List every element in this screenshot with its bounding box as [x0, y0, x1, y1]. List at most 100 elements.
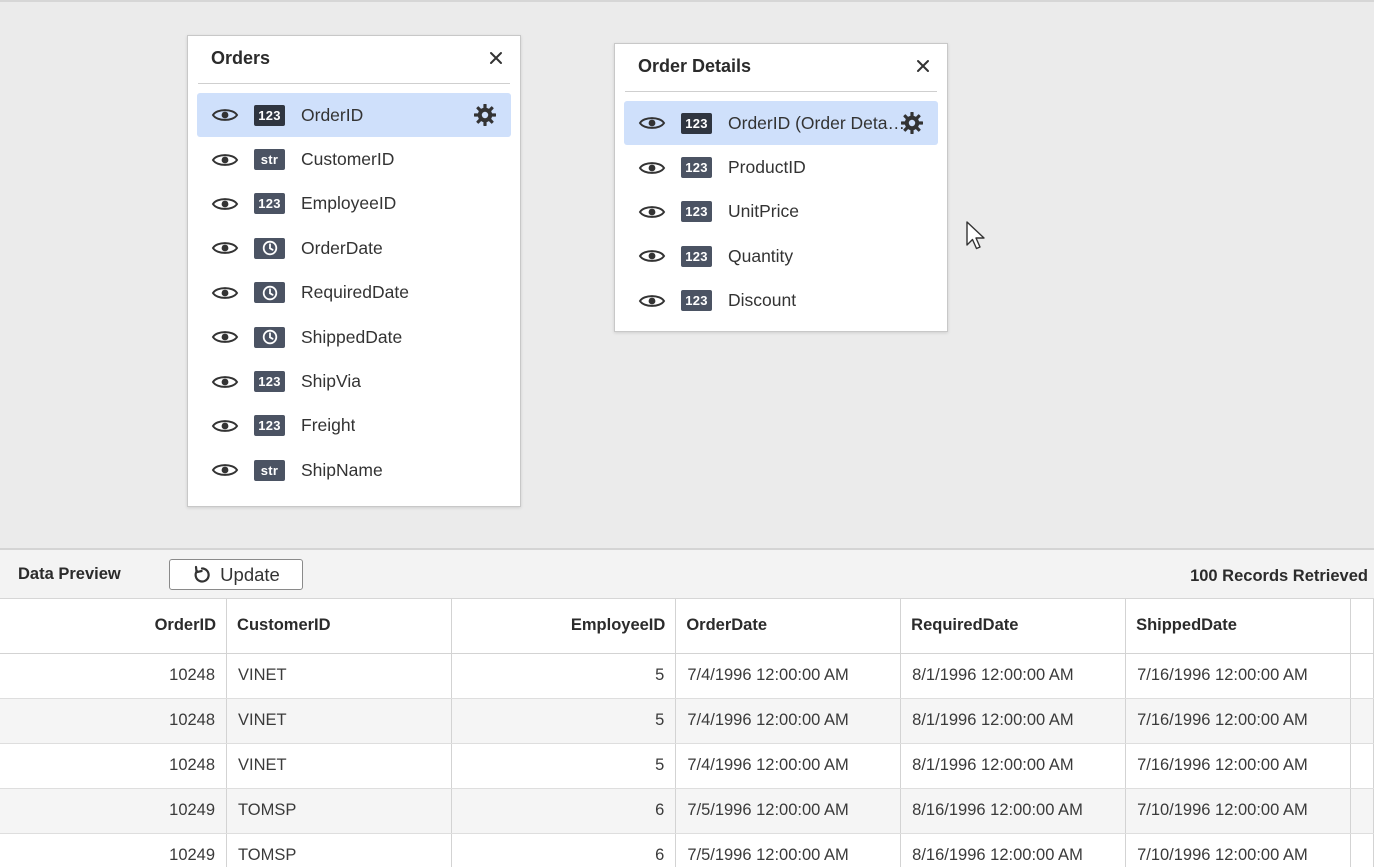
- table-cell: 7/4/1996 12:00:00 AM: [675, 698, 902, 744]
- table-cell: 7/5/1996 12:00:00 AM: [675, 833, 902, 867]
- table-cell: 7/16/1996 12:00:00 AM: [1125, 653, 1351, 699]
- eye-icon[interactable]: [638, 158, 668, 178]
- table-cell: VINET: [226, 743, 452, 789]
- table-cell: VINET: [226, 698, 452, 744]
- column-header-orderid[interactable]: OrderID: [0, 599, 228, 654]
- table-cell: 5: [451, 653, 677, 699]
- table-row[interactable]: 10249 TOMSP 6 7/5/1996 12:00:00 AM 8/16/1996…: [0, 788, 1374, 834]
- preview-grid[interactable]: OrderID CustomerID EmployeeID OrderDate …: [0, 598, 1374, 867]
- eye-icon[interactable]: [638, 202, 668, 222]
- table-title: Order Details: [638, 56, 752, 76]
- field-row[interactable]: 123 Quantity: [624, 234, 938, 278]
- field-name: ShipVia: [301, 371, 362, 392]
- eye-icon[interactable]: [211, 283, 241, 303]
- table-cell: 7/5/1996 12:00:00 AM: [675, 788, 902, 834]
- eye-icon[interactable]: [211, 327, 241, 347]
- eye-icon[interactable]: [211, 194, 241, 214]
- eye-icon[interactable]: [638, 246, 668, 266]
- field-name: OrderID (Order Deta…: [728, 112, 905, 133]
- field-name: ShipName: [301, 459, 383, 480]
- field-name: Discount: [728, 290, 797, 311]
- eye-icon[interactable]: [211, 460, 241, 480]
- table-cell: 8/1/1996 12:00:00 AM: [900, 698, 1127, 744]
- column-header-requireddate[interactable]: RequiredDate: [900, 599, 1127, 654]
- field-name: ShippedDate: [301, 326, 403, 347]
- table-cell-overflow: [1350, 833, 1374, 867]
- clock-icon: [254, 326, 285, 348]
- orders-table-card[interactable]: Orders 123 OrderID str CustomerID 123 Employe…: [187, 35, 521, 507]
- table-cell: 6: [451, 833, 677, 867]
- table-card-header[interactable]: Order Details: [625, 44, 937, 92]
- table-cell-overflow: [1350, 743, 1374, 789]
- column-header-overflow: [1350, 599, 1374, 654]
- table-row[interactable]: 10249 TOMSP 6 7/5/1996 12:00:00 AM 8/16/1996…: [0, 833, 1374, 867]
- field-list: 123 OrderID str CustomerID 123 EmployeeID Orde…: [188, 84, 520, 493]
- field-row[interactable]: ShippedDate: [197, 315, 511, 359]
- field-row[interactable]: 123 OrderID: [197, 93, 511, 138]
- field-row[interactable]: 123 OrderID (Order Deta…: [624, 101, 938, 146]
- type-badge: 123: [681, 245, 712, 267]
- field-name: EmployeeID: [301, 193, 397, 214]
- table-cell: 8/16/1996 12:00:00 AM: [900, 833, 1127, 867]
- eye-icon[interactable]: [638, 113, 668, 133]
- type-badge: 123: [681, 157, 712, 179]
- table-cell: 10249: [0, 833, 228, 867]
- table-card-header[interactable]: Orders: [198, 36, 510, 84]
- table-cell: 6: [451, 788, 677, 834]
- field-row[interactable]: 123 EmployeeID: [197, 182, 511, 226]
- type-badge: 123: [254, 193, 285, 215]
- eye-icon[interactable]: [211, 150, 241, 170]
- query-designer-canvas[interactable]: Orders 123 OrderID str CustomerID 123 Employe…: [0, 0, 1374, 548]
- field-name: ProductID: [728, 157, 806, 178]
- table-cell: 7/4/1996 12:00:00 AM: [675, 743, 902, 789]
- table-row[interactable]: 10248 VINET 5 7/4/1996 12:00:00 AM 8/1/1996 …: [0, 743, 1374, 789]
- table-cell: 7/16/1996 12:00:00 AM: [1125, 743, 1351, 789]
- column-header-shippeddate[interactable]: ShippedDate: [1125, 599, 1351, 654]
- refresh-icon: [194, 565, 210, 583]
- gear-icon[interactable]: [900, 111, 924, 135]
- close-icon[interactable]: [913, 56, 933, 76]
- field-row[interactable]: 123 Freight: [197, 404, 511, 448]
- field-row[interactable]: RequiredDate: [197, 271, 511, 315]
- close-icon[interactable]: [486, 48, 506, 68]
- field-row[interactable]: str ShipName: [197, 448, 511, 492]
- mouse-cursor-icon: [966, 221, 985, 250]
- field-name: OrderDate: [301, 237, 383, 258]
- field-row[interactable]: OrderDate: [197, 226, 511, 270]
- table-cell: 8/16/1996 12:00:00 AM: [900, 788, 1127, 834]
- field-row[interactable]: str CustomerID: [197, 137, 511, 181]
- table-cell: TOMSP: [226, 788, 452, 834]
- clock-icon: [254, 282, 285, 304]
- table-cell: 8/1/1996 12:00:00 AM: [900, 653, 1127, 699]
- eye-icon[interactable]: [211, 416, 241, 436]
- order-details-table-card[interactable]: Order Details 123 OrderID (Order Deta… 123…: [614, 43, 948, 332]
- grid-header-row: OrderID CustomerID EmployeeID OrderDate …: [0, 599, 1374, 654]
- table-cell: TOMSP: [226, 833, 452, 867]
- eye-icon[interactable]: [211, 238, 241, 258]
- gear-icon[interactable]: [473, 103, 497, 127]
- column-header-employeeid[interactable]: EmployeeID: [451, 599, 677, 654]
- field-row[interactable]: 123 ShipVia: [197, 359, 511, 403]
- table-row[interactable]: 10248 VINET 5 7/4/1996 12:00:00 AM 8/1/1996 …: [0, 698, 1374, 744]
- data-preview-panel: Data Preview Update 100 Records Retrieve…: [0, 548, 1374, 867]
- update-button-label: Update: [220, 563, 280, 585]
- clock-icon: [254, 237, 285, 259]
- table-row[interactable]: 10248 VINET 5 7/4/1996 12:00:00 AM 8/1/1996 …: [0, 653, 1374, 699]
- update-button[interactable]: Update: [169, 559, 303, 590]
- column-header-customerid[interactable]: CustomerID: [226, 599, 452, 654]
- table-cell-overflow: [1350, 698, 1374, 744]
- eye-icon[interactable]: [211, 372, 241, 392]
- field-row[interactable]: 123 Discount: [624, 279, 938, 323]
- table-cell: 5: [451, 743, 677, 789]
- type-badge: 123: [254, 415, 285, 437]
- eye-icon[interactable]: [211, 105, 241, 125]
- table-cell: 10248: [0, 698, 228, 744]
- field-row[interactable]: 123 UnitPrice: [624, 190, 938, 234]
- field-name: UnitPrice: [728, 201, 799, 222]
- column-header-orderdate[interactable]: OrderDate: [675, 599, 902, 654]
- eye-icon[interactable]: [638, 291, 668, 311]
- table-cell: 7/4/1996 12:00:00 AM: [675, 653, 902, 699]
- field-row[interactable]: 123 ProductID: [624, 145, 938, 189]
- field-name: RequiredDate: [301, 282, 409, 303]
- field-name: Quantity: [728, 245, 794, 266]
